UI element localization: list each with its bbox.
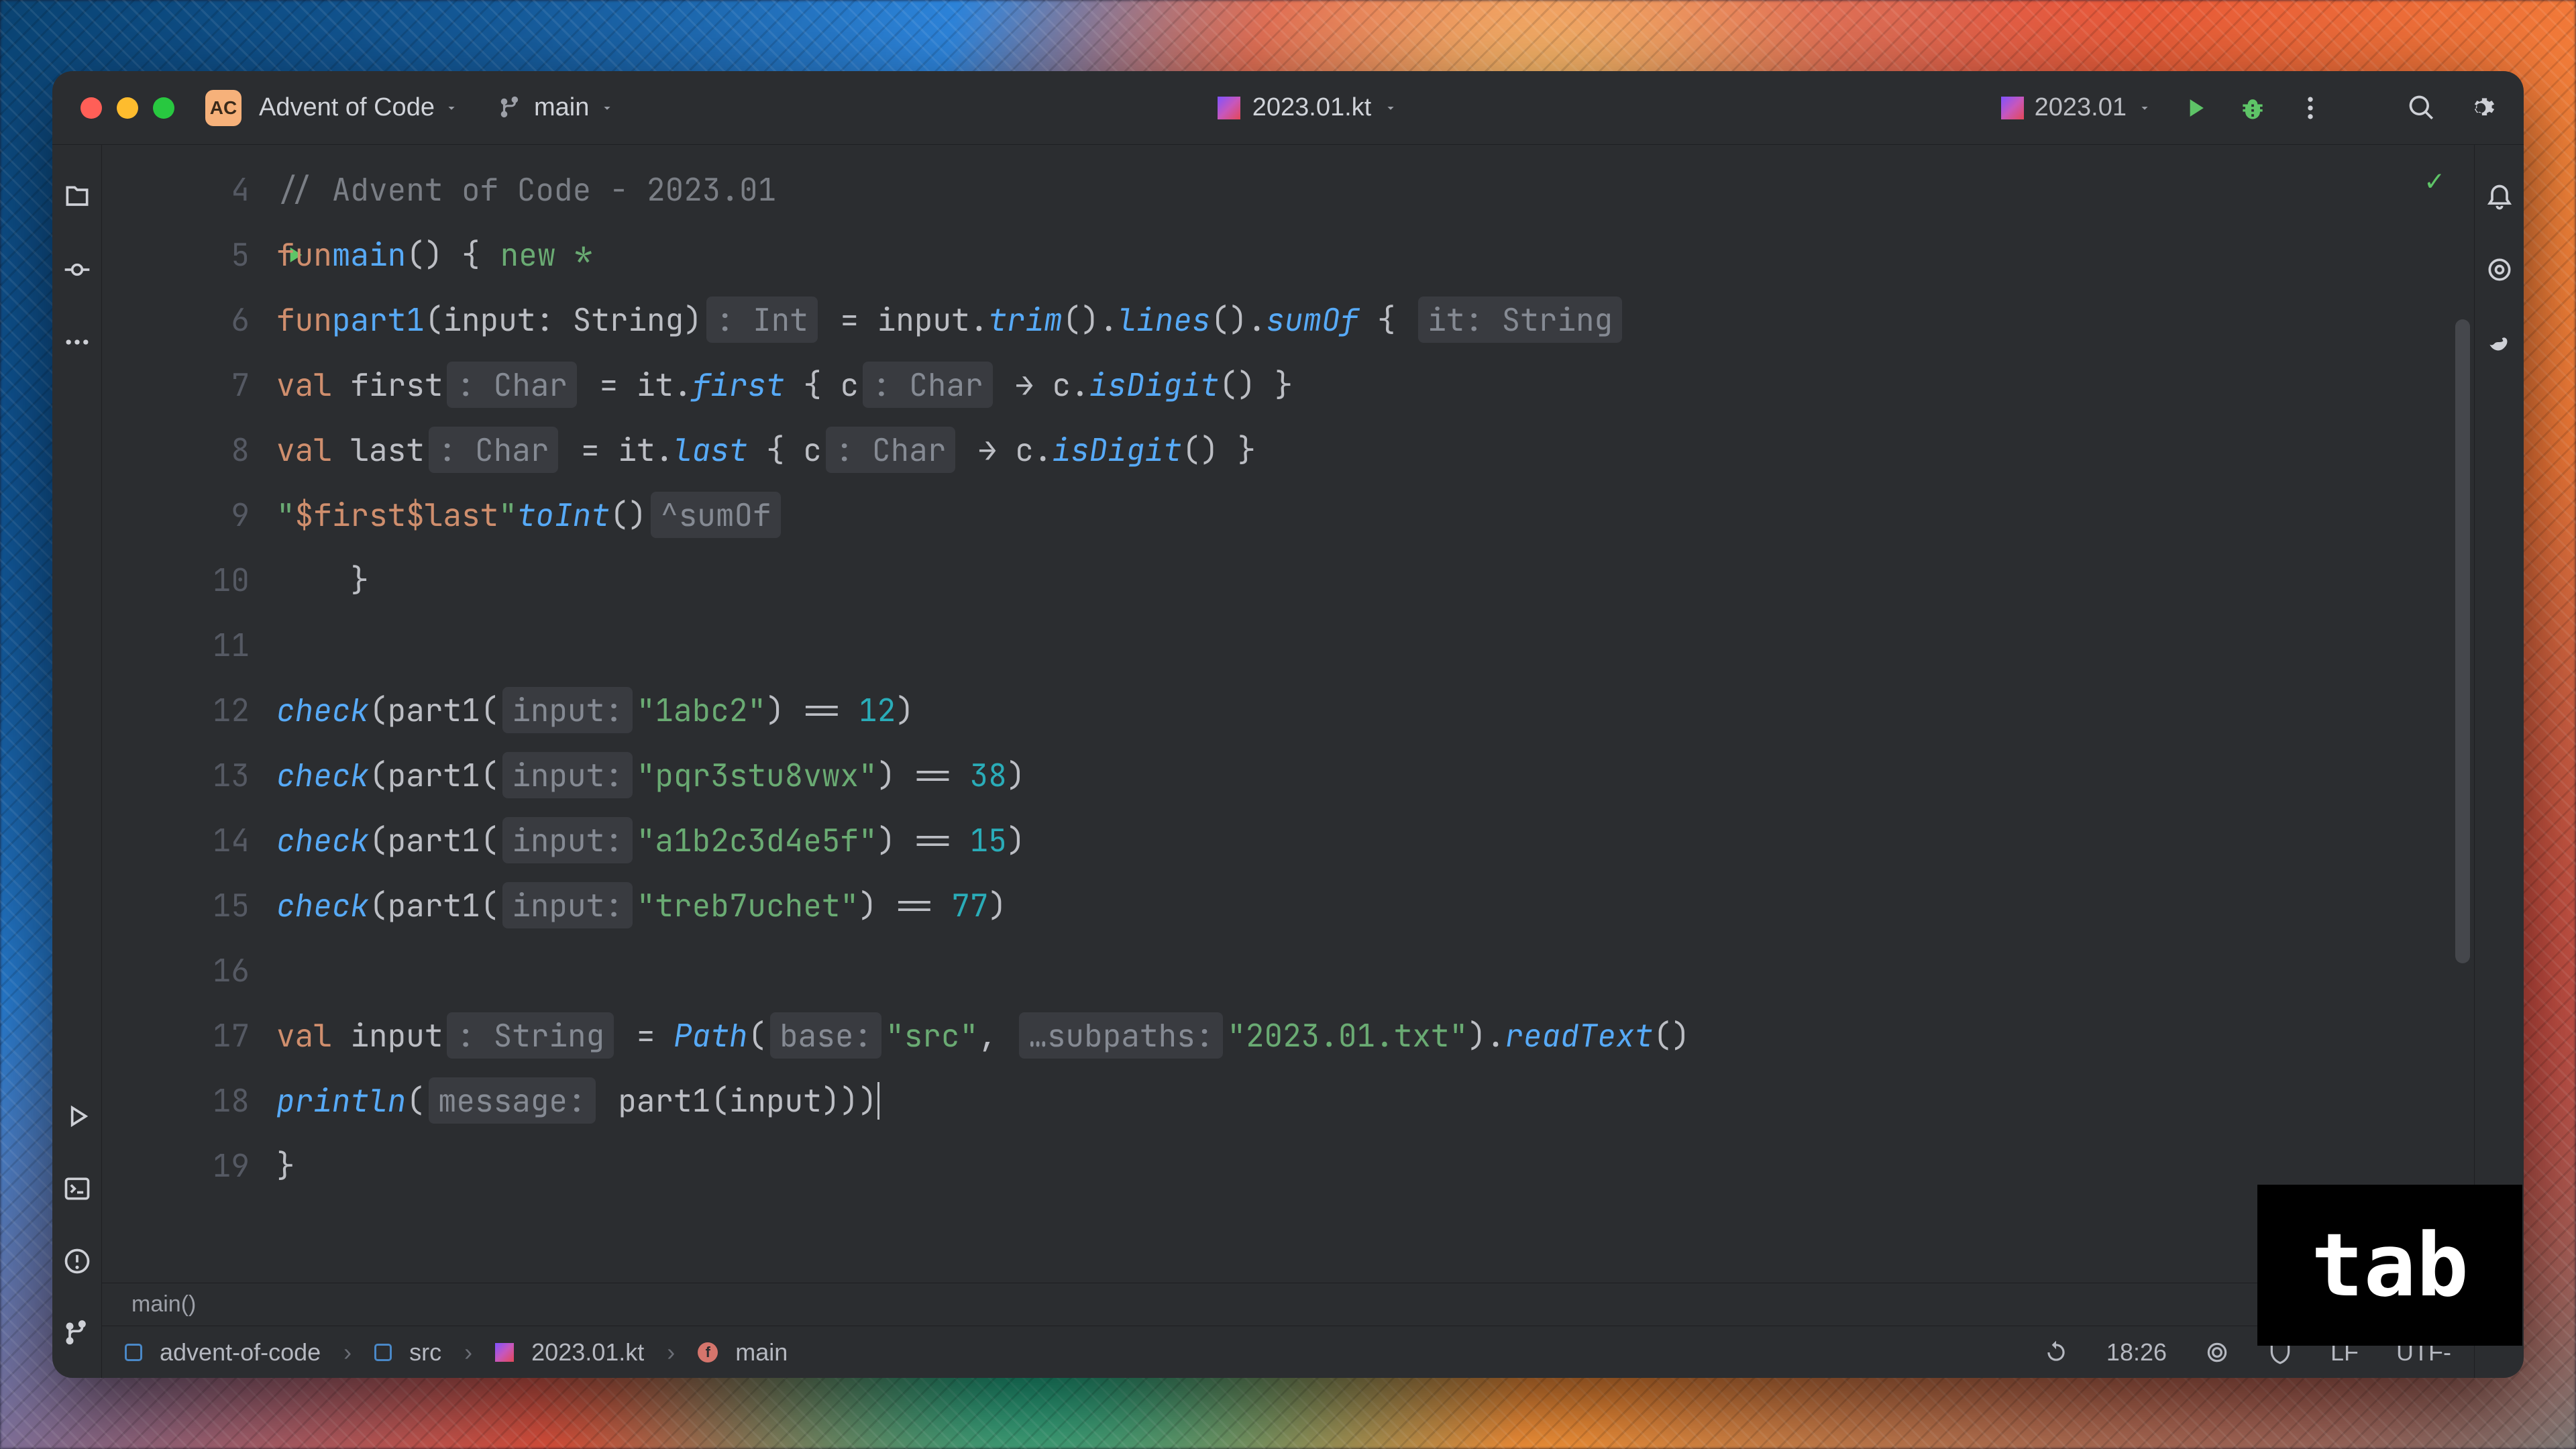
function-icon: f xyxy=(698,1342,718,1362)
line-number: 15 xyxy=(213,885,250,926)
commit-tool-icon[interactable] xyxy=(62,255,92,284)
line-number: 9 xyxy=(231,494,250,535)
line-number: 13 xyxy=(213,755,250,796)
kotlin-file-icon xyxy=(495,1343,514,1362)
terminal-tool-icon[interactable] xyxy=(62,1174,92,1203)
keystroke-overlay: tab xyxy=(2257,1185,2522,1346)
text-cursor xyxy=(877,1082,879,1120)
maximize-window-button[interactable] xyxy=(153,97,174,119)
file-name-label: 2023.01.kt xyxy=(1252,93,1371,122)
folder-icon xyxy=(374,1344,392,1361)
more-tools-icon[interactable] xyxy=(62,327,92,357)
breadcrumb-item[interactable]: 2023.01.kt xyxy=(531,1338,644,1366)
inspection-ok-icon[interactable]: ✓ xyxy=(2426,161,2444,200)
sync-icon[interactable] xyxy=(2043,1340,2069,1365)
search-button[interactable] xyxy=(2407,93,2436,123)
minimize-window-button[interactable] xyxy=(117,97,138,119)
gradle-icon[interactable] xyxy=(2485,327,2514,357)
chevron-down-icon xyxy=(2137,101,2152,115)
titlebar: AC Advent of Code main 2023.01.kt 2023.0… xyxy=(52,71,2524,145)
project-badge: AC xyxy=(205,90,241,126)
ai-assistant-icon[interactable] xyxy=(2485,255,2514,284)
chevron-down-icon xyxy=(444,101,459,115)
chevron-down-icon xyxy=(1383,101,1398,115)
branch-name-label: main xyxy=(534,93,589,122)
kotlin-file-icon xyxy=(1218,97,1240,119)
vcs-tool-icon[interactable] xyxy=(62,1319,92,1348)
open-file-tab[interactable]: 2023.01.kt xyxy=(1218,93,1398,122)
editor-gutter: 4 5 6 7 8 9 10 11 12 13 14 15 16 17 18 xyxy=(102,145,276,1283)
code-editor[interactable]: 4 5 6 7 8 9 10 11 12 13 14 15 16 17 18 xyxy=(102,145,2474,1283)
window-controls xyxy=(80,97,174,119)
settings-button[interactable] xyxy=(2466,93,2496,123)
close-window-button[interactable] xyxy=(80,97,102,119)
debug-button[interactable] xyxy=(2238,93,2267,123)
project-tool-icon[interactable] xyxy=(62,182,92,212)
line-number: 11 xyxy=(213,625,250,665)
run-config-label: 2023.01 xyxy=(2035,93,2127,122)
code-content[interactable]: // Advent of Code - 2023.01 fun main() {… xyxy=(276,145,2474,1283)
problems-tool-icon[interactable] xyxy=(62,1246,92,1276)
breadcrumb-item[interactable]: src xyxy=(409,1338,441,1366)
branch-selector[interactable]: main xyxy=(498,93,614,122)
run-tool-icon[interactable] xyxy=(62,1102,92,1131)
status-bar: advent-of-code› src› 2023.01.kt› f main … xyxy=(102,1326,2474,1378)
run-config-selector[interactable]: 2023.01 xyxy=(2001,93,2152,122)
line-number: 12 xyxy=(213,690,250,731)
notifications-icon[interactable] xyxy=(2485,182,2514,212)
more-actions-button[interactable] xyxy=(2296,93,2325,123)
spiral-icon[interactable] xyxy=(2204,1340,2230,1365)
line-number: 16 xyxy=(213,950,250,991)
line-number: 14 xyxy=(213,820,250,861)
line-number: 17 xyxy=(213,1015,250,1056)
module-icon xyxy=(125,1344,142,1361)
ide-window: AC Advent of Code main 2023.01.kt 2023.0… xyxy=(52,71,2524,1378)
context-crumb: main() xyxy=(102,1283,2474,1326)
caret-position[interactable]: 18:26 xyxy=(2106,1338,2167,1366)
breadcrumb-item[interactable]: advent-of-code xyxy=(160,1338,321,1366)
left-tool-rail xyxy=(52,145,102,1378)
editor-scrollbar[interactable] xyxy=(2455,319,2470,963)
line-number: 8 xyxy=(231,429,250,470)
chevron-down-icon xyxy=(600,101,614,115)
line-number: 6 xyxy=(231,299,250,340)
git-branch-icon xyxy=(498,95,523,121)
line-number: 19 xyxy=(213,1145,250,1186)
line-number: 4 xyxy=(231,169,250,210)
code-comment: // Advent of Code - 2023.01 xyxy=(276,169,776,210)
line-number: 10 xyxy=(213,559,250,600)
kotlin-file-icon xyxy=(2001,97,2024,119)
breadcrumb-item[interactable]: main xyxy=(735,1338,788,1366)
project-name-label: Advent of Code xyxy=(259,93,435,122)
line-number: 18 xyxy=(213,1080,250,1121)
run-button[interactable] xyxy=(2180,93,2210,123)
project-selector[interactable]: Advent of Code xyxy=(259,93,459,122)
line-number: 7 xyxy=(231,364,250,405)
line-number: 5 xyxy=(231,234,250,275)
context-label: main() xyxy=(131,1291,196,1318)
